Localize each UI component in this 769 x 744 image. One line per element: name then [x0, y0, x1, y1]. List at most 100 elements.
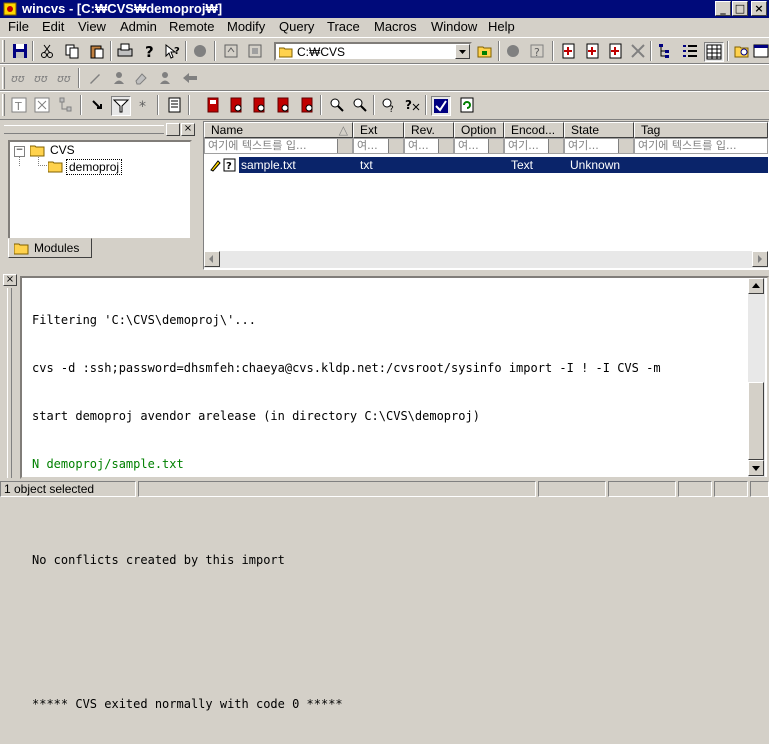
- edit-checked-icon[interactable]: [431, 96, 451, 116]
- list-view-icon[interactable]: [681, 42, 699, 60]
- text-mode-icon[interactable]: T: [10, 96, 28, 114]
- add-unicode-icon[interactable]: [607, 42, 625, 60]
- scroll-thumb[interactable]: [748, 382, 764, 460]
- resize-grip[interactable]: [750, 481, 769, 497]
- vertical-scrollbar[interactable]: [748, 278, 765, 477]
- filter-name[interactable]: 여기에 텍스트를 입...: [204, 138, 353, 154]
- find-folder-icon[interactable]: [733, 42, 751, 60]
- macro-1-icon[interactable]: ʊʊ: [10, 69, 28, 87]
- column-header-tag[interactable]: Tag: [634, 122, 768, 138]
- wincvs-app-icon[interactable]: [3, 2, 17, 16]
- release-icon[interactable]: ?: [403, 96, 421, 114]
- eraser-icon[interactable]: [132, 69, 150, 87]
- browse-up-icon[interactable]: [222, 42, 240, 60]
- cut-icon[interactable]: [38, 42, 56, 60]
- browse-location-icon[interactable]: [476, 42, 494, 60]
- menu-modify[interactable]: Modify: [227, 18, 265, 35]
- detail-view-icon[interactable]: [704, 42, 724, 62]
- branch-icon[interactable]: ?: [380, 96, 398, 114]
- column-header-encoding[interactable]: Encod...: [504, 122, 564, 138]
- module-tree[interactable]: − CVS demoproj: [8, 140, 192, 240]
- minimize-button[interactable]: _: [715, 1, 731, 16]
- menu-trace[interactable]: Trace: [327, 18, 360, 35]
- copy-icon[interactable]: [63, 42, 81, 60]
- filter-icon[interactable]: [337, 139, 352, 153]
- scroll-up-button[interactable]: [748, 278, 764, 294]
- watch-icon[interactable]: [181, 69, 199, 87]
- filter-tag[interactable]: 여기에 텍스트를 입...: [634, 138, 768, 154]
- table-row[interactable]: ? sample.txt txt Text Unknown: [204, 157, 768, 173]
- filter-icon[interactable]: [111, 96, 131, 116]
- output-close-button[interactable]: ×: [3, 274, 17, 286]
- menu-macros[interactable]: Macros: [374, 18, 417, 35]
- filter-icon[interactable]: [618, 139, 633, 153]
- menu-file[interactable]: File: [8, 18, 29, 35]
- scroll-right-button[interactable]: [752, 251, 768, 267]
- diff-icon[interactable]: [250, 96, 268, 114]
- column-header-ext[interactable]: Ext: [353, 122, 404, 138]
- filter-encoding[interactable]: 여기...: [504, 138, 564, 154]
- menu-window[interactable]: Window: [431, 18, 477, 35]
- stop-command-icon[interactable]: [504, 42, 522, 60]
- refresh-icon[interactable]: [458, 96, 476, 114]
- maximize-button[interactable]: □: [732, 1, 748, 16]
- untag-icon[interactable]: [351, 96, 369, 114]
- ignore-icon[interactable]: [89, 96, 107, 114]
- column-header-rev[interactable]: Rev.: [404, 122, 454, 138]
- filter-icon[interactable]: [488, 139, 503, 153]
- command-help-icon[interactable]: ?: [528, 42, 546, 60]
- tag-icon[interactable]: [328, 96, 346, 114]
- toolbar-grip[interactable]: [2, 40, 5, 62]
- column-header-option[interactable]: Option: [454, 122, 504, 138]
- unedit-icon[interactable]: [156, 69, 174, 87]
- status-icon[interactable]: [298, 96, 316, 114]
- filter-icon[interactable]: [388, 139, 403, 153]
- pane-close-button[interactable]: ×: [181, 123, 195, 136]
- path-dropdown-button[interactable]: [455, 44, 470, 59]
- toolbar-grip[interactable]: [2, 67, 5, 89]
- browse-folder-icon[interactable]: [246, 42, 264, 60]
- horizontal-scrollbar[interactable]: [204, 251, 768, 268]
- commit-icon[interactable]: [227, 96, 245, 114]
- tree-child-label[interactable]: demoproj: [66, 159, 123, 175]
- log-icon[interactable]: [274, 96, 292, 114]
- filter-state[interactable]: 여기...: [564, 138, 634, 154]
- tree-root-label[interactable]: CVS: [50, 143, 75, 157]
- filter-rev[interactable]: 여...: [404, 138, 454, 154]
- paste-icon[interactable]: [88, 42, 106, 60]
- save-icon[interactable]: [11, 42, 29, 60]
- print-icon[interactable]: [116, 42, 134, 60]
- add-icon[interactable]: [560, 42, 578, 60]
- scroll-down-button[interactable]: [748, 460, 764, 476]
- pane-restore-button[interactable]: [166, 123, 180, 136]
- filter-ext[interactable]: 여...: [353, 138, 404, 154]
- filter-option[interactable]: 여...: [454, 138, 504, 154]
- menu-query[interactable]: Query: [279, 18, 314, 35]
- macro-2-icon[interactable]: ʊʊ: [33, 69, 51, 87]
- scroll-left-button[interactable]: [204, 251, 220, 267]
- toolbar-grip[interactable]: [2, 94, 5, 116]
- add-binary-icon[interactable]: [584, 42, 602, 60]
- filter-icon[interactable]: [548, 139, 563, 153]
- filter-icon[interactable]: [438, 139, 453, 153]
- stop-icon[interactable]: [191, 42, 209, 60]
- menu-view[interactable]: View: [78, 18, 106, 35]
- edit-user-icon[interactable]: [110, 69, 128, 87]
- remove-icon[interactable]: [629, 42, 647, 60]
- hierarchy-icon[interactable]: [57, 96, 75, 114]
- pencil-icon[interactable]: [86, 69, 104, 87]
- column-header-state[interactable]: State: [564, 122, 634, 138]
- pane-grip[interactable]: [4, 125, 164, 134]
- output-console[interactable]: Filtering 'C:\CVS\demoproj\'... cvs -d :…: [20, 276, 769, 711]
- asterisk-icon[interactable]: *: [135, 96, 153, 114]
- binary-mode-icon[interactable]: [33, 96, 51, 114]
- path-combobox[interactable]: C:₩CVS: [274, 42, 472, 61]
- tree-view-icon[interactable]: [657, 42, 675, 60]
- column-header-name[interactable]: Name △: [204, 122, 353, 138]
- menu-help[interactable]: Help: [488, 18, 515, 35]
- menu-edit[interactable]: Edit: [42, 18, 64, 35]
- properties-icon[interactable]: [166, 96, 184, 114]
- context-help-icon[interactable]: ?: [163, 42, 181, 60]
- help-icon[interactable]: ?: [140, 42, 158, 60]
- menu-remote[interactable]: Remote: [169, 18, 215, 35]
